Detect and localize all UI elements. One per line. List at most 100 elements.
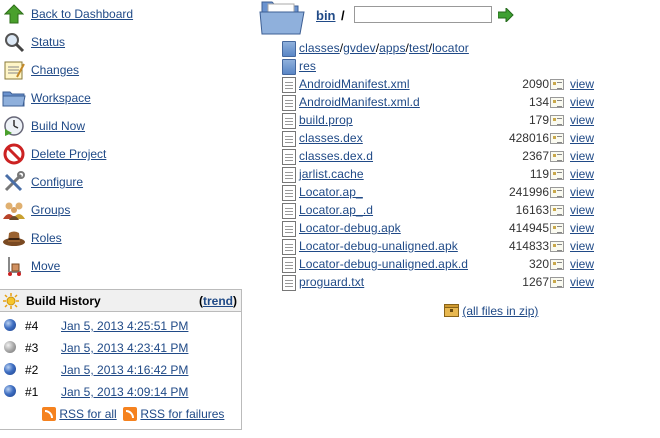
build-row: #4 Jan 5, 2013 4:25:51 PM — [0, 315, 241, 336]
rss-icon — [42, 407, 56, 421]
view-link[interactable]: view — [570, 77, 594, 91]
file-link[interactable]: build.prop — [299, 113, 353, 127]
zip-link[interactable]: (all files in zip) — [462, 304, 538, 318]
folder-path-link[interactable]: locator — [432, 41, 469, 55]
nav-label[interactable]: Delete Project — [31, 147, 106, 161]
path-segment-link[interactable]: bin — [316, 8, 336, 23]
path-input[interactable] — [354, 6, 492, 23]
build-status-ball-icon — [4, 363, 16, 375]
file-size: 16163 — [515, 203, 549, 217]
zip-download: (all files in zip) — [444, 304, 538, 318]
file-size: 414833 — [508, 239, 549, 253]
trend-link[interactable]: trend — [203, 294, 233, 308]
people-icon — [2, 199, 26, 221]
file-link[interactable]: Locator.ap_.d — [299, 203, 373, 217]
nav-build-now[interactable]: Build Now — [0, 114, 240, 138]
folder-path-link[interactable]: gvdev — [343, 41, 376, 55]
view-link[interactable]: view — [570, 167, 594, 181]
nav-label[interactable]: Build Now — [31, 119, 85, 133]
file-icon — [282, 77, 296, 93]
build-status-ball-icon — [4, 319, 16, 331]
view-link[interactable]: view — [570, 275, 594, 289]
build-history-header: Build History (trend) — [0, 290, 241, 312]
folder-link[interactable]: res — [299, 59, 316, 73]
file-link[interactable]: Locator-debug.apk — [299, 221, 401, 235]
nav-label[interactable]: Back to Dashboard — [31, 7, 133, 21]
file-size: 320 — [528, 257, 549, 271]
nav-delete-project[interactable]: Delete Project — [0, 142, 240, 166]
nav-label[interactable]: Status — [31, 35, 65, 49]
rss-all-link[interactable]: RSS for all — [59, 407, 116, 421]
file-link[interactable]: Locator.ap_ — [299, 185, 363, 199]
file-size: 2367 — [522, 149, 549, 163]
file-link[interactable]: jarlist.cache — [299, 167, 364, 181]
view-icon — [550, 205, 564, 216]
nav-label[interactable]: Roles — [31, 231, 62, 245]
build-history-panel: Build History (trend) #4 Jan 5, 2013 4:2… — [0, 289, 242, 430]
file-icon — [282, 257, 296, 273]
file-link[interactable]: proguard.txt — [299, 275, 364, 289]
file-link[interactable]: classes.dex — [299, 131, 363, 145]
nav-label[interactable]: Changes — [31, 63, 79, 77]
file-link[interactable]: classes.dex.d — [299, 149, 373, 163]
file-link[interactable]: AndroidManifest.xml.d — [299, 95, 420, 109]
file-icon — [282, 221, 296, 237]
view-link[interactable]: view — [570, 185, 594, 199]
file-size: 119 — [529, 167, 549, 181]
go-arrow-icon[interactable] — [497, 6, 514, 24]
file-link[interactable]: Locator-debug-unaligned.apk.d — [299, 257, 468, 271]
file-row: Locator.ap_ 241996 view — [282, 184, 602, 202]
file-row: Locator-debug-unaligned.apk 414833 view — [282, 238, 602, 256]
folder-icon — [282, 41, 296, 57]
nav-groups[interactable]: Groups — [0, 198, 240, 222]
build-status-ball-icon — [4, 385, 16, 397]
build-date-link[interactable]: Jan 5, 2013 4:09:14 PM — [61, 385, 188, 399]
file-row: AndroidManifest.xml.d 134 view — [282, 94, 602, 112]
view-icon — [550, 277, 564, 288]
view-link[interactable]: view — [570, 95, 594, 109]
nav-back-to-dashboard[interactable]: Back to Dashboard — [0, 2, 240, 26]
nav-status[interactable]: Status — [0, 30, 240, 54]
view-link[interactable]: view — [570, 203, 594, 217]
view-icon — [550, 223, 564, 234]
view-icon — [550, 79, 564, 90]
build-date-link[interactable]: Jan 5, 2013 4:16:42 PM — [61, 363, 188, 377]
view-link[interactable]: view — [570, 221, 594, 235]
nav-changes[interactable]: Changes — [0, 58, 240, 82]
file-icon — [282, 275, 296, 291]
nav-label[interactable]: Configure — [31, 175, 83, 189]
file-row: classes.dex.d 2367 view — [282, 148, 602, 166]
nav-configure[interactable]: Configure — [0, 170, 240, 194]
folder-path-link[interactable]: classes — [299, 41, 340, 55]
tools-icon — [2, 171, 26, 193]
view-link[interactable]: view — [570, 131, 594, 145]
build-date-link[interactable]: Jan 5, 2013 4:23:41 PM — [61, 341, 188, 355]
folder-path-link[interactable]: apps — [379, 41, 405, 55]
nav-label[interactable]: Workspace — [31, 91, 91, 105]
file-link[interactable]: Locator-debug-unaligned.apk — [299, 239, 458, 253]
file-link[interactable]: AndroidManifest.xml — [299, 77, 410, 91]
nav-label[interactable]: Move — [31, 259, 60, 273]
file-icon — [282, 167, 296, 183]
view-link[interactable]: view — [570, 257, 594, 271]
rss-failures-link[interactable]: RSS for failures — [140, 407, 224, 421]
folder-path-link[interactable]: test — [409, 41, 429, 55]
build-date-link[interactable]: Jan 5, 2013 4:25:51 PM — [61, 319, 188, 333]
nav-workspace[interactable]: Workspace — [0, 86, 240, 110]
file-row: Locator.ap_.d 16163 view — [282, 202, 602, 220]
file-icon — [282, 203, 296, 219]
notepad-icon — [2, 59, 26, 81]
file-size: 179 — [528, 113, 549, 127]
view-link[interactable]: view — [570, 239, 594, 253]
nav-label[interactable]: Groups — [31, 203, 70, 217]
file-row: Locator-debug-unaligned.apk.d 320 view — [282, 256, 602, 274]
view-link[interactable]: view — [570, 149, 594, 163]
nav-move[interactable]: Move — [0, 254, 240, 278]
file-icon — [282, 113, 296, 129]
nav-roles[interactable]: Roles — [0, 226, 240, 250]
view-link[interactable]: view — [570, 113, 594, 127]
file-icon — [282, 149, 296, 165]
file-row: proguard.txt 1267 view — [282, 274, 602, 292]
file-icon — [282, 185, 296, 201]
file-icon — [282, 95, 296, 111]
